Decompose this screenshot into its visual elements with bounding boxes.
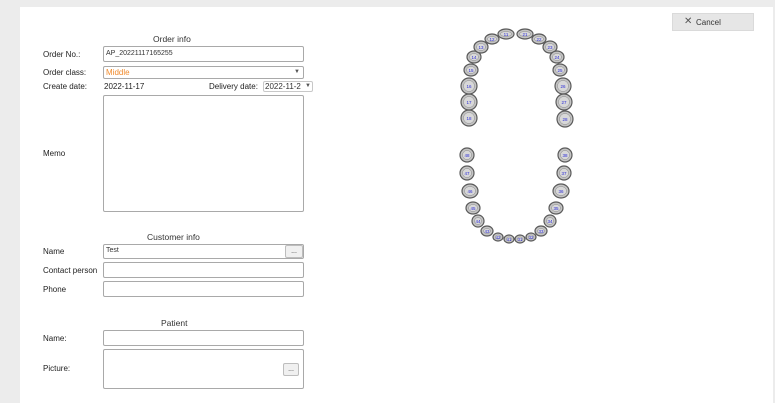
tooth-28[interactable]: 28 xyxy=(556,110,574,128)
tooth-label: 26 xyxy=(560,84,566,89)
customer-name-label: Name xyxy=(43,247,65,256)
tooth-label: 24 xyxy=(554,55,560,60)
tooth-label: 46 xyxy=(467,189,473,194)
tooth-44[interactable]: 44 xyxy=(471,214,485,228)
cancel-label: Cancel xyxy=(696,18,721,27)
tooth-label: 21 xyxy=(522,32,528,37)
delivery-date-label: Delivery date: xyxy=(209,82,258,91)
tooth-26[interactable]: 26 xyxy=(554,77,572,95)
tooth-label: 15 xyxy=(468,68,474,73)
customer-browse-button[interactable]: ... xyxy=(285,245,303,258)
tooth-label: 44 xyxy=(475,219,481,224)
tooth-label: 37 xyxy=(561,171,567,176)
tooth-label: 16 xyxy=(466,84,472,89)
patient-name-label: Name: xyxy=(43,334,67,343)
tooth-label: 42 xyxy=(495,235,501,240)
customer-info-title: Customer info xyxy=(147,232,200,242)
tooth-41[interactable]: 41 xyxy=(503,234,515,244)
delivery-date-value: 2022-11-2 xyxy=(265,82,301,91)
contact-person-field[interactable] xyxy=(103,262,304,278)
tooth-label: 45 xyxy=(470,206,476,211)
tooth-42[interactable]: 42 xyxy=(492,232,504,242)
create-date-value: 2022-11-17 xyxy=(104,82,145,91)
tooth-21[interactable]: 21 xyxy=(516,28,534,40)
phone-field[interactable] xyxy=(103,281,304,297)
customer-name-value: Test xyxy=(106,247,119,254)
tooth-11[interactable]: 11 xyxy=(497,28,515,40)
order-no-value: AP_20221117165255 xyxy=(106,50,173,57)
tooth-label: 17 xyxy=(466,100,472,105)
tooth-label: 43 xyxy=(484,229,490,234)
tooth-17[interactable]: 17 xyxy=(460,93,478,111)
tooth-label: 35 xyxy=(553,206,559,211)
tooth-24[interactable]: 24 xyxy=(549,50,565,64)
tooth-label: 32 xyxy=(528,235,534,240)
tooth-47[interactable]: 47 xyxy=(459,165,475,181)
tooth-label: 41 xyxy=(506,237,512,242)
patient-title: Patient xyxy=(161,318,188,328)
memo-textarea[interactable] xyxy=(103,95,304,212)
tooth-label: 48 xyxy=(464,153,470,158)
tooth-label: 27 xyxy=(561,100,567,105)
tooth-12[interactable]: 12 xyxy=(484,33,500,45)
tooth-46[interactable]: 46 xyxy=(461,183,479,199)
tooth-22[interactable]: 22 xyxy=(531,33,547,45)
order-info-title: Order info xyxy=(153,34,191,44)
contact-person-label: Contact person xyxy=(43,266,98,275)
order-class-value: Middle xyxy=(106,68,130,77)
tooth-label: 47 xyxy=(464,171,470,176)
picture-browse-button[interactable]: ... xyxy=(283,363,299,376)
tooth-label: 33 xyxy=(538,229,544,234)
dental-chart-svg: 18 17 16 15 1413 12 11 21 22 2324 25 26 27 28 48 47 46 45… xyxy=(459,28,574,244)
customer-name-field[interactable]: Test ... xyxy=(103,244,304,259)
tooth-label: 25 xyxy=(557,68,563,73)
tooth-label: 28 xyxy=(562,117,568,122)
tooth-label: 38 xyxy=(562,153,568,158)
tooth-16[interactable]: 16 xyxy=(460,77,478,95)
order-class-select[interactable]: Middle ▼ xyxy=(103,66,304,79)
tooth-label: 18 xyxy=(466,116,472,121)
order-no-field[interactable]: AP_20221117165255 xyxy=(103,46,304,62)
tooth-label: 11 xyxy=(504,32,509,37)
tooth-label: 13 xyxy=(478,45,484,50)
tooth-45[interactable]: 45 xyxy=(465,201,481,215)
memo-label: Memo xyxy=(43,149,66,158)
chevron-down-icon: ▼ xyxy=(305,83,311,89)
tooth-label: 12 xyxy=(489,37,495,42)
tooth-27[interactable]: 27 xyxy=(555,93,573,111)
tooth-31[interactable]: 31 xyxy=(514,234,526,244)
tooth-35[interactable]: 35 xyxy=(548,201,564,215)
tooth-13[interactable]: 13 xyxy=(473,40,489,54)
tooth-label: 36 xyxy=(558,189,564,194)
tooth-15[interactable]: 15 xyxy=(463,63,479,77)
tooth-label: 22 xyxy=(536,37,542,42)
tooth-label: 34 xyxy=(547,219,553,224)
tooth-37[interactable]: 37 xyxy=(556,165,572,181)
phone-label: Phone xyxy=(43,285,67,294)
tooth-33[interactable]: 33 xyxy=(534,225,548,237)
tooth-label: 23 xyxy=(547,45,553,50)
tooth-32[interactable]: 32 xyxy=(525,232,537,242)
patient-name-field[interactable] xyxy=(103,330,304,346)
tooth-label: 14 xyxy=(471,55,477,60)
tooth-48[interactable]: 48 xyxy=(459,147,475,163)
tooth-43[interactable]: 43 xyxy=(480,225,494,237)
close-icon: ✕ xyxy=(684,16,693,27)
tooth-label: 31 xyxy=(517,237,523,242)
order-class-label: Order class: xyxy=(43,68,87,77)
cancel-button[interactable]: ✕ Cancel xyxy=(672,13,754,31)
create-date-label: Create date: xyxy=(43,82,88,91)
tooth-25[interactable]: 25 xyxy=(552,63,568,77)
picture-box[interactable]: ... xyxy=(103,349,304,389)
tooth-34[interactable]: 34 xyxy=(543,214,557,228)
tooth-18[interactable]: 18 xyxy=(460,109,478,127)
tooth-38[interactable]: 38 xyxy=(557,147,573,163)
picture-label: Picture: xyxy=(43,364,71,373)
tooth-36[interactable]: 36 xyxy=(552,183,570,199)
order-no-label: Order No.: xyxy=(43,50,81,59)
delivery-date-picker[interactable]: 2022-11-2 ▼ xyxy=(263,81,313,92)
dental-chart: 18 17 16 15 14 13 12 11 21 22 23 24 25 26 27 28 48 47 46 45… xyxy=(455,25,590,250)
chevron-down-icon: ▼ xyxy=(294,69,300,75)
